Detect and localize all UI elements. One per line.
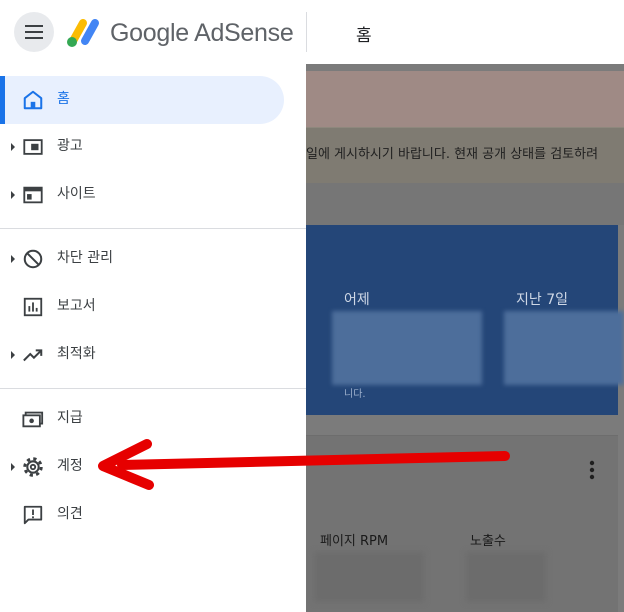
alert-banner — [306, 71, 624, 127]
ads-icon — [23, 139, 43, 155]
page-rpm-value-blurred — [314, 552, 424, 602]
impressions-label: 노출수 — [470, 534, 506, 549]
sidebar-item-ads[interactable]: 광고 — [0, 123, 284, 171]
sidebar-item-reports[interactable]: 보고서 — [0, 283, 284, 331]
optimization-icon — [23, 349, 43, 362]
sidebar-item-sites[interactable]: 사이트 — [0, 171, 284, 219]
top-app-bar: Google AdSense 홈 — [0, 0, 624, 65]
impressions-value-blurred — [466, 552, 546, 602]
expand-caret-icon[interactable] — [11, 351, 15, 359]
sidebar-item-feedback[interactable]: 의견 — [0, 491, 284, 539]
main-content-dimmed: 일에 게시하시기 바랍니다. 현재 공개 상태를 검토하려 어제 지난 7일 니… — [306, 64, 624, 612]
notice-text: 일에 게시하시기 바랍니다. 현재 공개 상태를 검토하려 — [306, 147, 599, 162]
last-7-days-label: 지난 7일 — [516, 292, 568, 308]
yesterday-value-blurred — [332, 311, 482, 385]
sidebar-item-label: 의견 — [57, 506, 83, 522]
performance-card: 페이지 RPM 노출수 — [306, 435, 618, 612]
sidebar-item-label: 광고 — [57, 138, 83, 154]
expand-caret-icon[interactable] — [11, 463, 15, 471]
sidebar-item-label: 계정 — [57, 458, 83, 474]
spacer-band — [306, 183, 624, 225]
page-title: 홈 — [356, 26, 372, 46]
selected-indicator — [0, 76, 5, 124]
home-icon — [23, 90, 43, 110]
yesterday-label: 어제 — [344, 292, 370, 308]
expand-caret-icon[interactable] — [11, 143, 15, 151]
last-7-days-value-blurred — [504, 311, 624, 385]
sidebar-item-home[interactable]: 홈 — [0, 76, 284, 124]
sidebar-item-label: 최적화 — [57, 346, 96, 362]
earnings-note: 니다. — [344, 389, 366, 400]
sidebar-item-blocking[interactable]: 차단 관리 — [0, 235, 284, 283]
more-vert-icon[interactable] — [584, 458, 600, 482]
nav-divider — [0, 228, 306, 229]
earnings-card: 어제 지난 7일 니다. — [306, 225, 624, 415]
page-rpm-label: 페이지 RPM — [320, 534, 389, 549]
sidebar-item-payments[interactable]: 지급 — [0, 395, 284, 443]
expand-caret-icon[interactable] — [11, 191, 15, 199]
sidebar-nav: 홈 광고 사이트 차단 관리 보고서 최적화 지급 계정 의견 — [0, 64, 306, 612]
sidebar-item-label: 사이트 — [57, 186, 96, 202]
sidebar-item-label: 지급 — [57, 410, 83, 426]
sidebar-item-label: 차단 관리 — [57, 250, 113, 266]
brand-name: Google AdSense — [110, 19, 294, 47]
sidebar-item-label: 보고서 — [57, 298, 96, 314]
block-icon — [23, 249, 43, 269]
nav-divider — [0, 388, 306, 389]
gear-icon — [23, 457, 43, 477]
sites-icon — [23, 186, 43, 204]
reports-icon — [23, 297, 43, 317]
feedback-icon — [23, 505, 43, 525]
sidebar-item-account[interactable]: 계정 — [0, 443, 284, 491]
header-divider — [306, 12, 307, 52]
payments-icon — [22, 411, 44, 428]
sidebar-item-label: 홈 — [57, 91, 70, 107]
main-menu-button[interactable] — [14, 12, 54, 52]
sidebar-item-optimization[interactable]: 최적화 — [0, 331, 284, 379]
expand-caret-icon[interactable] — [11, 255, 15, 263]
notice-banner: 일에 게시하시기 바랍니다. 현재 공개 상태를 검토하려 — [306, 127, 624, 184]
adsense-logo-icon[interactable] — [64, 14, 104, 50]
hamburger-menu-icon — [25, 25, 43, 39]
